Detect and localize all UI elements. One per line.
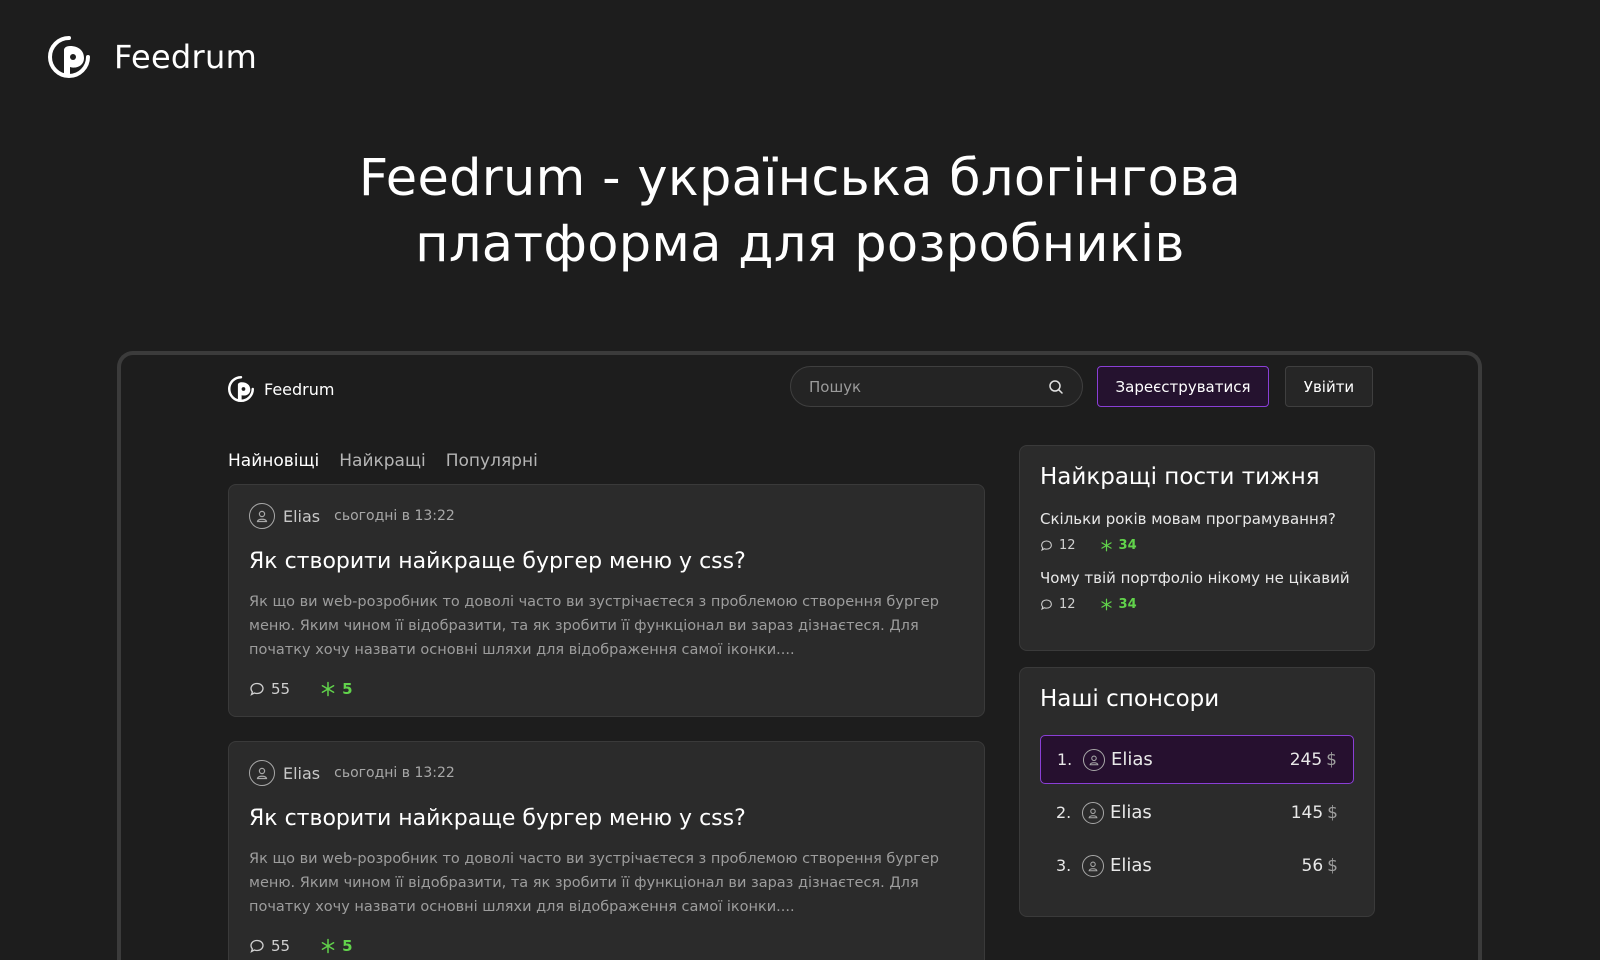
comment-icon <box>1041 540 1052 552</box>
user-icon <box>1088 861 1098 871</box>
asterisk-icon <box>321 938 335 954</box>
hero-line-1: Feedrum - українська блогінгова <box>358 149 1242 208</box>
top-posts-card: Найкращі пости тижня Скільки років мовам… <box>1019 445 1375 651</box>
post-date: сьогодні в 13:22 <box>334 765 455 781</box>
top-posts-title: Найкращі пости тижня <box>1040 464 1320 490</box>
top-post-title[interactable]: Чому твій портфоліо нікому не цікавий <box>1040 569 1354 587</box>
like-count: 34 <box>1118 538 1137 553</box>
asterisk-icon <box>1100 539 1112 552</box>
comment-count: 12 <box>1059 538 1076 553</box>
login-button[interactable]: Увійти <box>1285 366 1373 407</box>
top-post-comments: 12 <box>1040 597 1076 612</box>
feedrum-logo-icon <box>228 376 254 402</box>
top-post-comments: 12 <box>1040 538 1076 553</box>
comment-count: 12 <box>1059 597 1076 612</box>
sponsor-row[interactable]: 3. Elias 56 $ <box>1040 841 1354 890</box>
comment-icon <box>250 682 264 696</box>
post-likes[interactable]: 5 <box>320 680 353 698</box>
post-comments[interactable]: 55 <box>249 937 290 955</box>
top-post-likes: 34 <box>1100 538 1137 553</box>
post-title[interactable]: Як створити найкраще бургер меню у css? <box>249 806 964 831</box>
feed-tabs: Найновіщі Найкращі Популярні <box>228 451 538 471</box>
top-post-title[interactable]: Скільки років мовам програмування? <box>1040 510 1354 528</box>
like-count: 34 <box>1118 597 1137 612</box>
avatar[interactable] <box>249 760 275 786</box>
post-author[interactable]: Elias <box>283 764 320 783</box>
hero-heading: Feedrum - українська блогінгова платформ… <box>0 146 1600 278</box>
like-count: 5 <box>342 680 353 698</box>
asterisk-icon <box>1100 598 1112 611</box>
sponsor-name: Elias <box>1110 855 1152 876</box>
avatar <box>1082 801 1104 824</box>
sponsor-name: Elias <box>1110 802 1152 823</box>
top-post-likes: 34 <box>1100 597 1137 612</box>
sponsors-card: Наші спонсори 1. Elias 245 $ 2. Elias 14… <box>1019 667 1375 917</box>
search-box <box>790 366 1083 407</box>
comment-icon <box>250 939 264 953</box>
post-card[interactable]: Elias сьогодні в 13:22 Як створити найкр… <box>228 484 985 717</box>
avatar <box>1083 748 1105 771</box>
like-count: 5 <box>342 937 353 955</box>
preview-logo[interactable]: Feedrum <box>228 376 334 402</box>
post-excerpt: Як що ви web-розробник то доволі часто в… <box>249 851 939 915</box>
asterisk-icon <box>321 681 335 697</box>
brand-name: Feedrum <box>114 38 258 76</box>
feedrum-logo-icon <box>48 36 90 78</box>
tab-newest[interactable]: Найновіщі <box>228 451 319 471</box>
currency-symbol: $ <box>1327 855 1338 876</box>
sponsor-rank: 3. <box>1056 856 1072 875</box>
post-title[interactable]: Як створити найкраще бургер меню у css? <box>249 549 964 574</box>
top-post-item[interactable]: Скільки років мовам програмування? 12 34 <box>1040 510 1354 553</box>
site-logo[interactable]: Feedrum <box>48 36 257 78</box>
sponsor-rank: 2. <box>1056 803 1072 822</box>
sponsor-rank: 1. <box>1057 750 1073 769</box>
user-icon <box>1089 755 1099 765</box>
search-icon[interactable] <box>1048 379 1064 395</box>
top-post-item[interactable]: Чому твій портфоліо нікому не цікавий 12… <box>1040 569 1354 612</box>
comment-count: 55 <box>271 680 291 698</box>
currency-symbol: $ <box>1327 802 1338 823</box>
comment-count: 55 <box>271 937 291 955</box>
post-comments[interactable]: 55 <box>249 680 290 698</box>
hero-line-2: платформа для розробників <box>415 215 1185 274</box>
preview-brand-name: Feedrum <box>264 379 335 399</box>
post-date: сьогодні в 13:22 <box>334 508 455 524</box>
sponsor-amount: 245 <box>1289 749 1323 770</box>
sponsors-title: Наші спонсори <box>1040 686 1220 712</box>
currency-symbol: $ <box>1326 749 1337 770</box>
post-author[interactable]: Elias <box>283 507 320 526</box>
user-icon <box>256 510 268 523</box>
tab-best[interactable]: Найкращі <box>339 451 425 471</box>
tab-popular[interactable]: Популярні <box>446 451 538 471</box>
sponsor-amount: 56 <box>1301 855 1324 876</box>
sponsor-row[interactable]: 1. Elias 245 $ <box>1040 735 1354 784</box>
post-excerpt: Як що ви web-розробник то доволі часто в… <box>249 594 939 658</box>
avatar <box>1082 854 1104 877</box>
avatar[interactable] <box>249 503 275 529</box>
user-icon <box>1088 808 1098 818</box>
sponsor-amount: 145 <box>1290 802 1324 823</box>
search-input[interactable] <box>809 377 1048 396</box>
register-button[interactable]: Зареєструватися <box>1097 366 1269 407</box>
comment-icon <box>1041 599 1052 611</box>
sponsor-name: Elias <box>1111 749 1153 770</box>
preview-frame: Feedrum Зареєструватися Увійти Найновіщі… <box>117 351 1482 960</box>
user-icon <box>256 767 268 780</box>
post-card[interactable]: Elias сьогодні в 13:22 Як створити найкр… <box>228 741 985 960</box>
post-likes[interactable]: 5 <box>320 937 353 955</box>
sponsor-row[interactable]: 2. Elias 145 $ <box>1040 788 1354 837</box>
